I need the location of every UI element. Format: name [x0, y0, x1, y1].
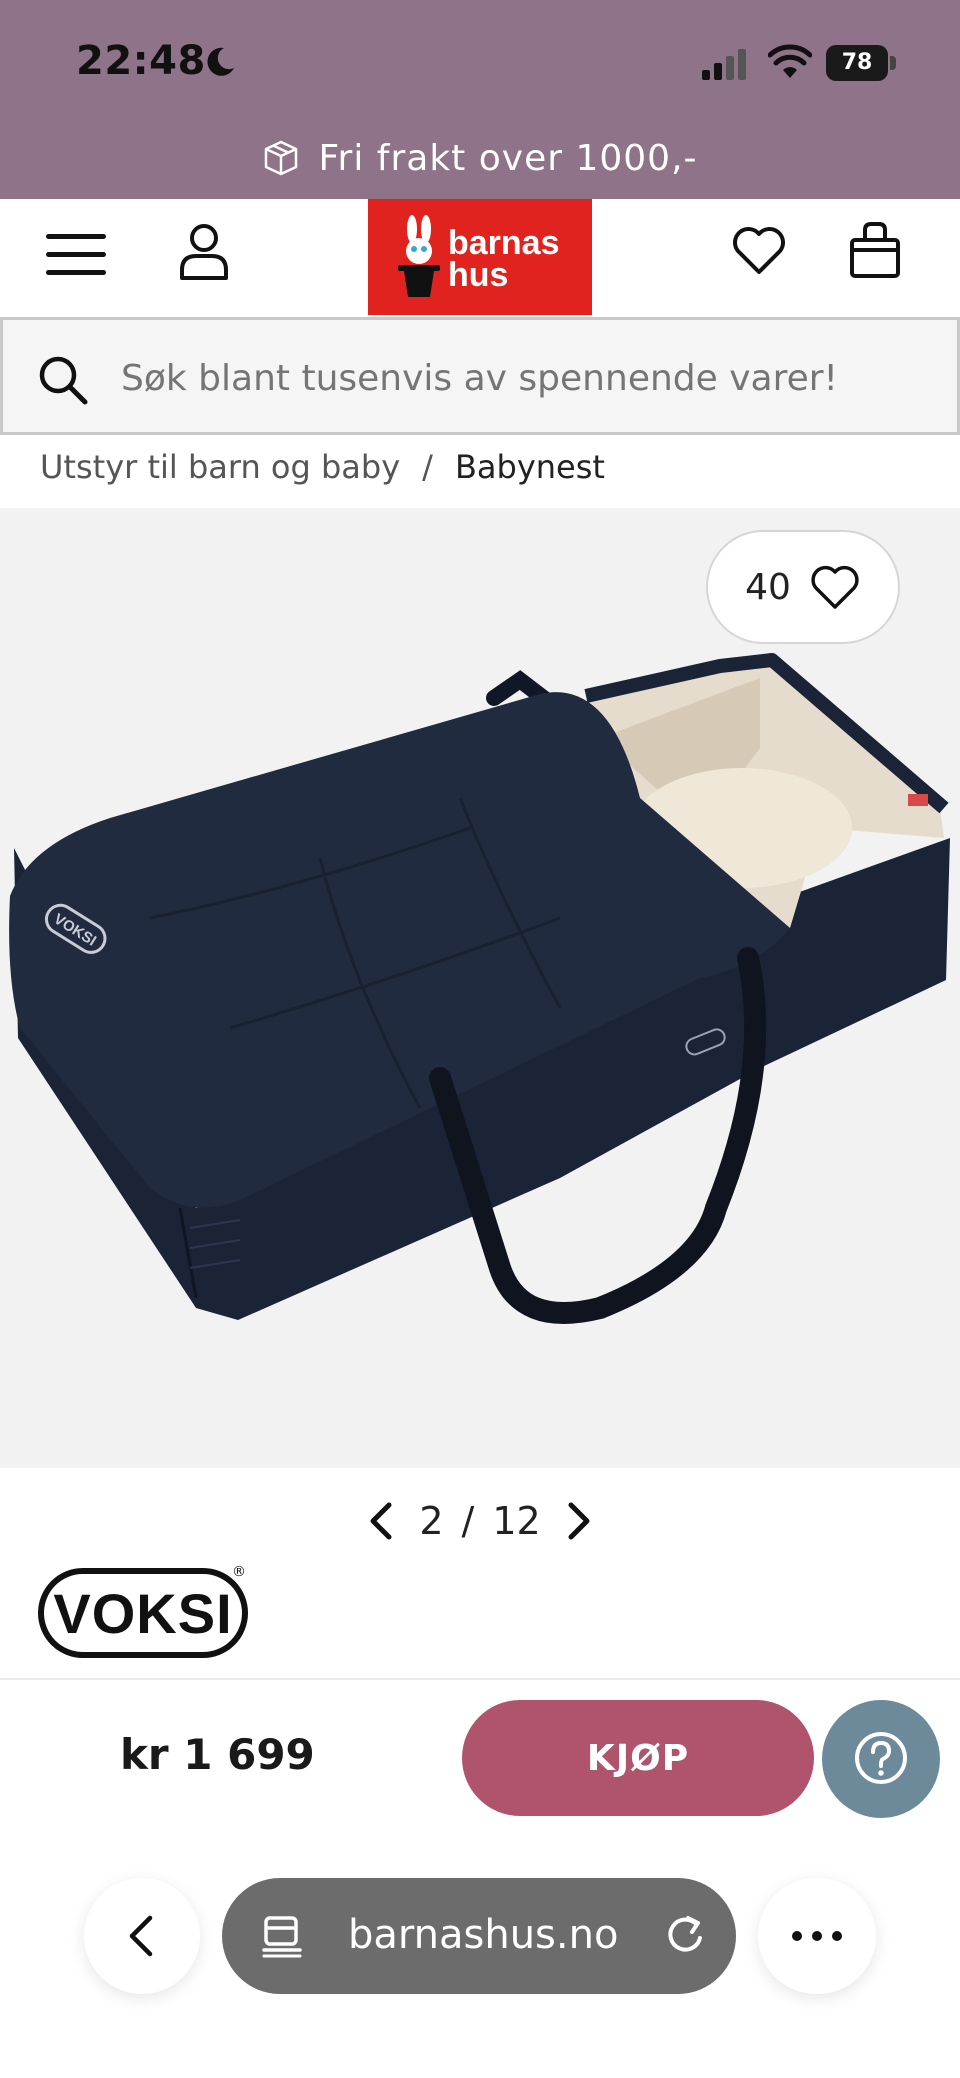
browser-more-button[interactable] [758, 1878, 876, 1994]
promo-banner: Fri frakt over 1000,- [0, 128, 960, 188]
battery-icon: 78 [826, 45, 896, 81]
browser-url: barnashus.no [348, 1912, 619, 1958]
browser-back-button[interactable] [84, 1878, 200, 1994]
status-time: 22:48 [76, 38, 206, 84]
page: 22:48 78 Fri frakt over 1000,- barnas hu… [0, 0, 960, 2078]
product-price: kr 1 699 [120, 1730, 315, 1779]
logo-line-2: hus [448, 256, 509, 294]
image-pager: 2 / 12 [0, 1486, 960, 1556]
heart-icon[interactable] [730, 222, 788, 278]
user-icon[interactable] [176, 222, 232, 282]
heart-icon [811, 565, 859, 609]
logo-text: barnas hus [448, 224, 560, 294]
package-icon [265, 140, 298, 176]
wifi-icon [768, 44, 812, 78]
product-image: VOKSI [9, 653, 950, 1324]
signal-icon [702, 49, 746, 80]
battery-nub [890, 56, 896, 70]
favorite-count: 40 [745, 566, 791, 608]
pager-total: 12 [492, 1499, 541, 1543]
product-image-gallery[interactable]: VOKSI [0, 508, 960, 1468]
bunny-logo-icon [398, 215, 440, 297]
breadcrumb-separator: / [422, 448, 433, 486]
breadcrumb-current: Babynest [454, 448, 605, 486]
moon-icon [207, 47, 234, 76]
divider [0, 1678, 960, 1680]
search-input[interactable] [121, 348, 941, 408]
help-button[interactable] [822, 1700, 940, 1818]
menu-icon[interactable] [44, 228, 108, 282]
chevron-right-icon[interactable] [559, 1499, 599, 1543]
tabs-icon[interactable] [260, 1914, 304, 1958]
pager-separator: / [461, 1499, 475, 1543]
chevron-left-icon [129, 1915, 153, 1957]
favorite-count-button[interactable]: 40 [706, 530, 900, 644]
search-icon[interactable] [37, 354, 89, 406]
browser-address-bar[interactable]: barnashus.no [222, 1878, 736, 1994]
reload-icon[interactable] [662, 1912, 708, 1958]
more-icon [792, 1931, 842, 1941]
brand-registered-mark: ® [232, 1564, 246, 1580]
question-icon [855, 1731, 907, 1784]
breadcrumb-parent-link[interactable]: Utstyr til barn og baby [40, 448, 400, 486]
logo-line-1: barnas [448, 224, 560, 262]
buy-button[interactable]: KJØP [462, 1700, 814, 1816]
brand-logo[interactable]: VOKSI [38, 1568, 248, 1658]
shopping-bag-icon[interactable] [848, 220, 902, 280]
battery-level: 78 [826, 45, 888, 81]
promo-text: Fri frakt over 1000,- [318, 137, 698, 179]
pager-current: 2 [419, 1499, 444, 1543]
search-bar[interactable] [0, 317, 960, 435]
site-logo[interactable]: barnas hus [368, 199, 592, 315]
breadcrumb: Utstyr til barn og baby / Babynest [40, 442, 605, 492]
chevron-left-icon[interactable] [361, 1499, 401, 1543]
